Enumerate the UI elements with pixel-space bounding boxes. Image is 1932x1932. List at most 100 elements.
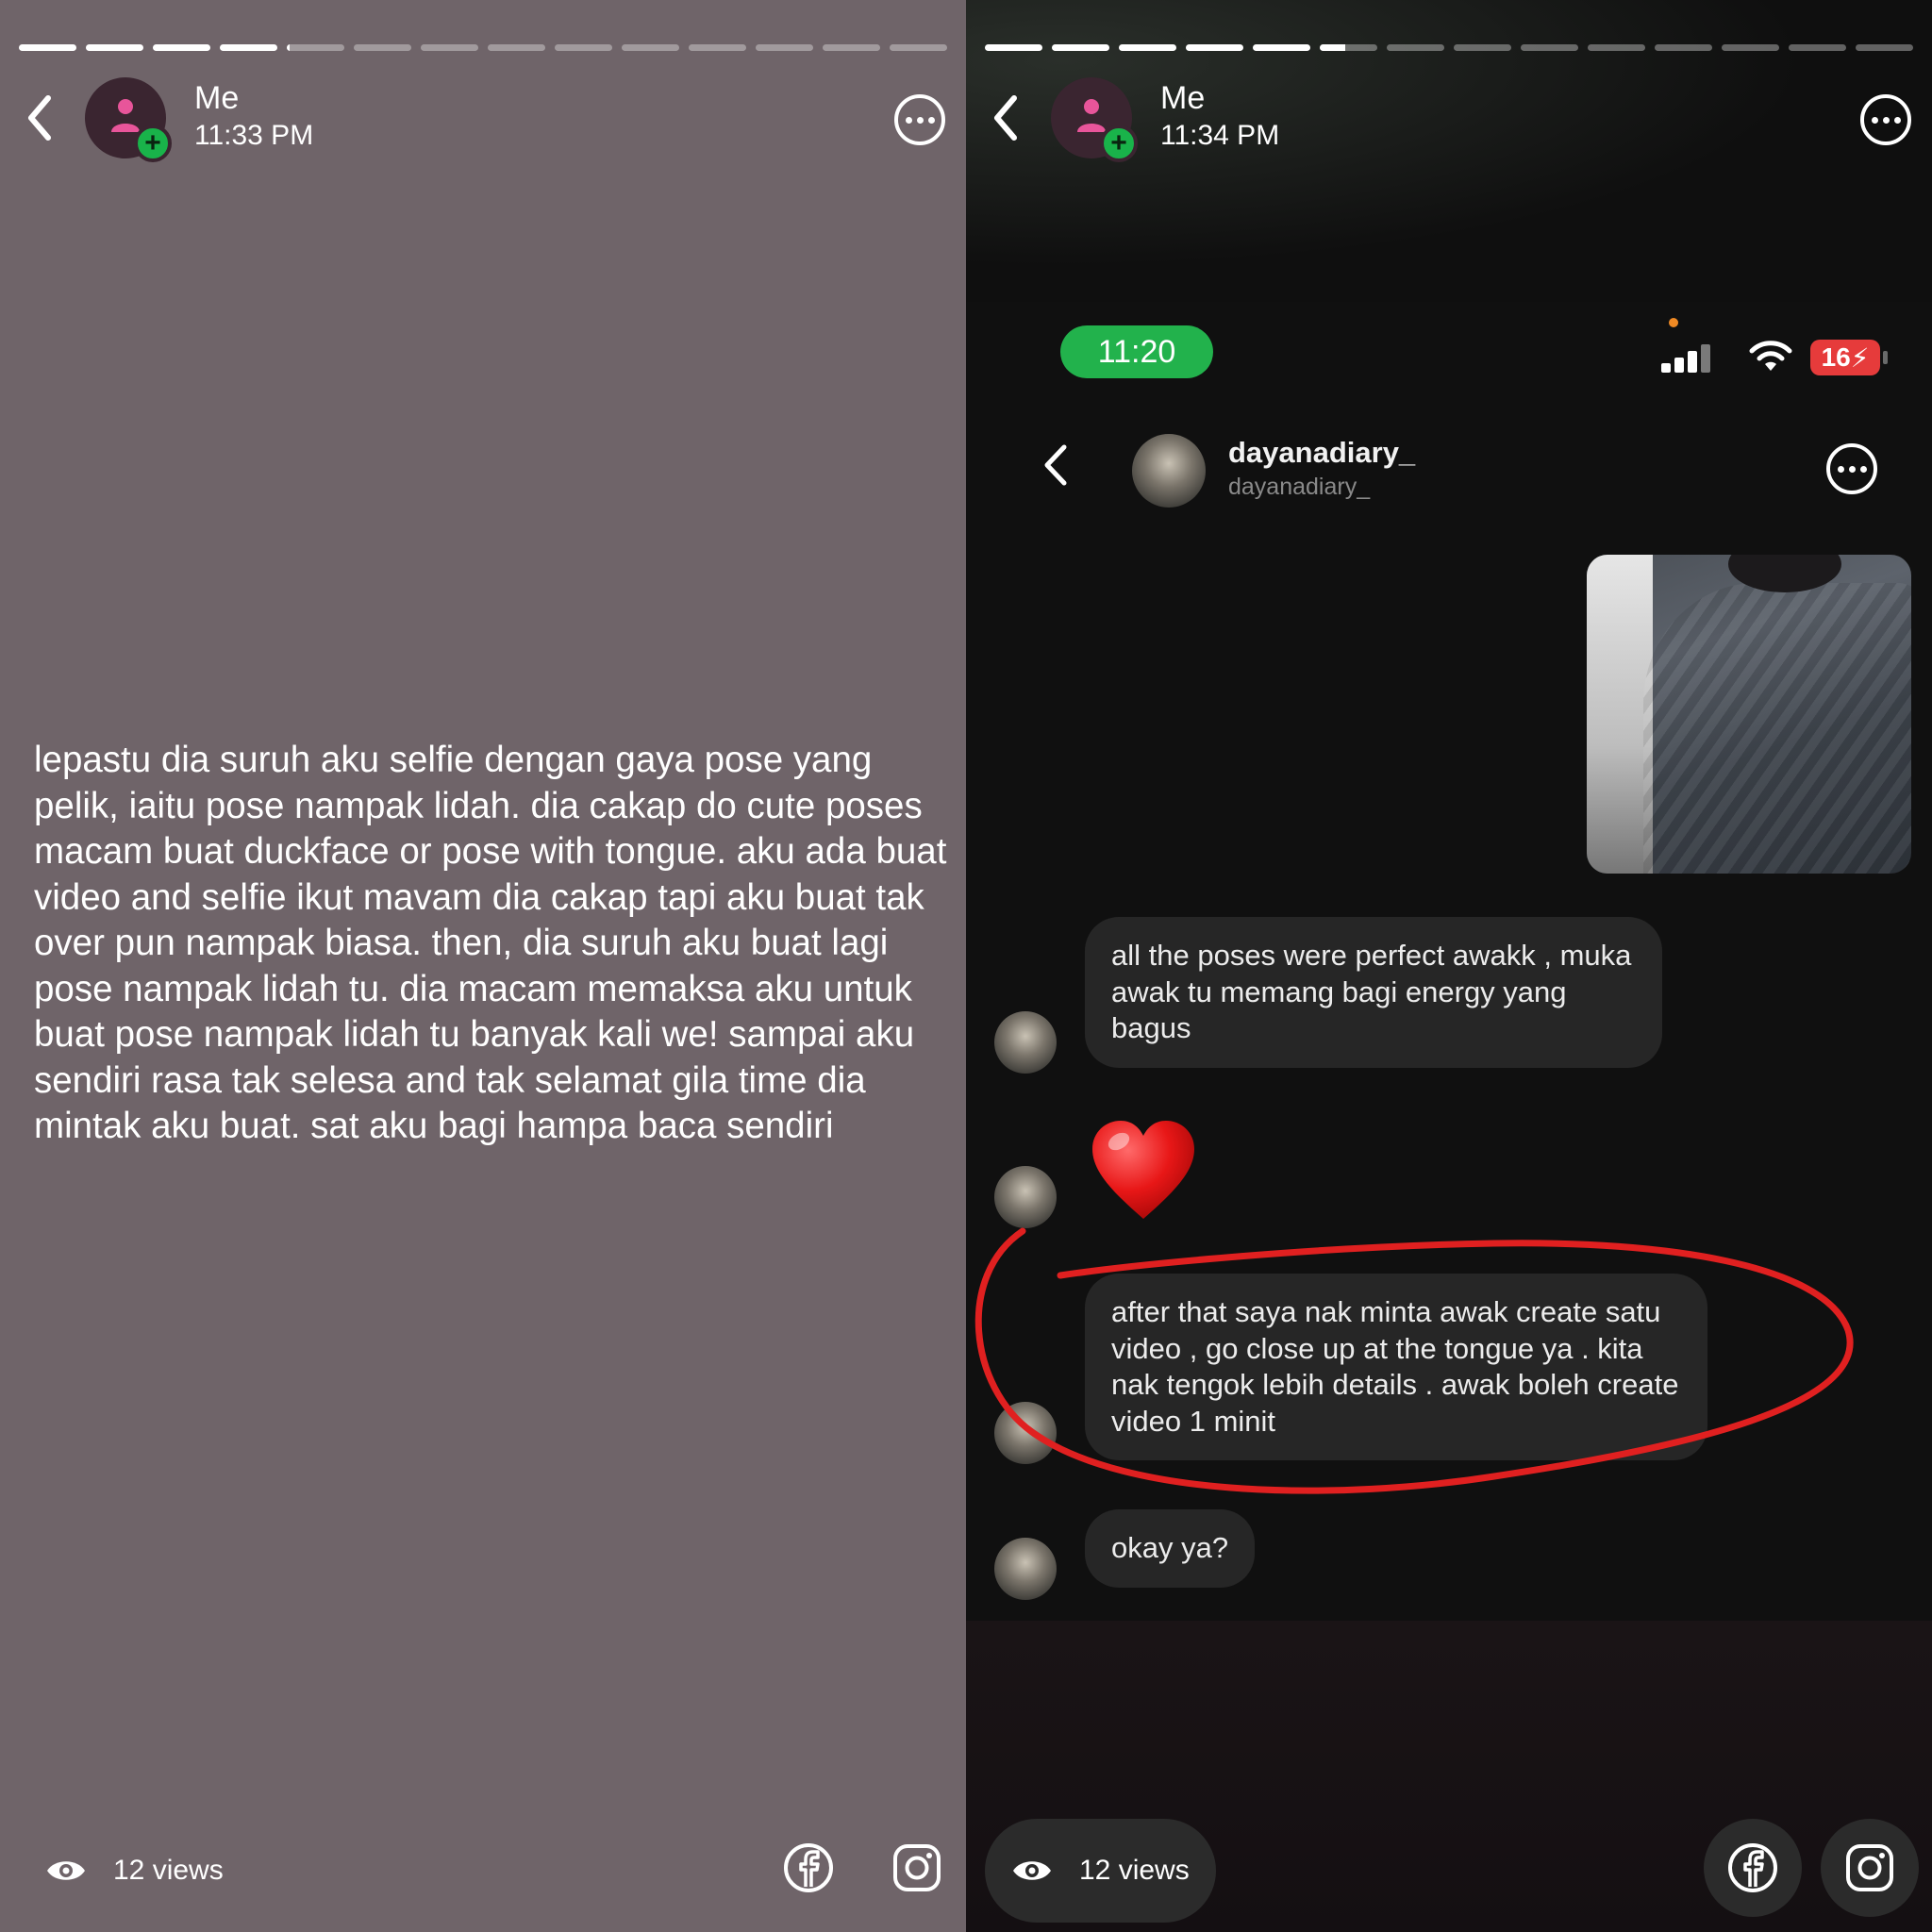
chat-name: dayanadiary_ [1228,436,1416,469]
progress-segment-fill [19,44,76,51]
back-chevron-icon [28,95,51,141]
progress-segment [153,44,210,51]
privacy-indicator-dot [1669,318,1678,327]
back-chevron-icon[interactable] [1038,441,1072,489]
progress-segment [823,44,880,51]
progress-segment [287,44,344,51]
progress-segment-fill [1119,44,1176,51]
progress-segment [1722,44,1779,51]
progress-segment [421,44,478,51]
story-text: lepastu dia suruh aku selfie dengan gaya… [34,740,947,1146]
message-bubble: okay ya? [1085,1509,1256,1588]
progress-segment [1119,44,1176,51]
story-time: 11:34 PM [1160,120,1280,151]
instagram-icon [1846,1844,1893,1891]
person-icon [1077,99,1106,132]
story-header: + Me 11:33 PM [19,75,947,162]
facebook-share-button[interactable] [759,1819,858,1917]
add-story-plus-icon[interactable]: + [1100,125,1138,162]
story-comparison: + Me 11:33 PM lepastu dia suruh aku self… [0,0,1932,1932]
signal-icon [1661,342,1714,373]
person-icon [111,99,140,132]
views-button[interactable]: 12 views [19,1819,250,1923]
progress-segment [1789,44,1846,51]
progress-segment [1655,44,1712,51]
views-button[interactable]: 12 views [985,1819,1216,1923]
progress-segment [1253,44,1310,51]
progress-segment [1320,44,1377,51]
message-bubble: all the poses were perfect awakk , muka … [1085,917,1662,1068]
sent-photo[interactable] [1587,555,1911,874]
user-name: Me [194,80,240,116]
story-footer: 12 views [0,1809,966,1932]
progress-segment [689,44,746,51]
progress-segment [220,44,277,51]
back-button[interactable] [985,89,1026,147]
progress-segment [1588,44,1645,51]
eye-icon [47,1861,85,1880]
avatar [994,1166,1057,1228]
story-header: + Me 11:34 PM [985,75,1913,162]
user-info: Me 11:34 PM [1160,79,1279,155]
facebook-icon [784,1843,833,1892]
progress-segment [890,44,947,51]
avatar[interactable]: + [85,77,172,162]
story-progress-bar [19,44,947,52]
progress-segment [1186,44,1243,51]
photo-sweater [1643,583,1911,874]
add-story-plus-icon[interactable]: + [134,125,172,162]
progress-segment-fill [86,44,143,51]
message-bubble-highlighted: after that saya nak minta awak create sa… [1085,1274,1707,1460]
chat-header: dayanadiary_ dayanadiary_ [966,425,1932,509]
more-options-icon[interactable] [1860,94,1911,145]
battery-level: 16 [1821,342,1851,372]
battery-tip [1883,351,1888,364]
progress-segment [985,44,1042,51]
charging-bolt-icon: ⚡ [1850,342,1870,373]
progress-segment [19,44,76,51]
progress-segment-fill [1186,44,1243,51]
right-story-panel: + Me 11:34 PM 11:20 16 ⚡ dayanadiary_ da… [966,0,1932,1932]
progress-segment-fill [1320,44,1346,51]
left-story-panel: + Me 11:33 PM lepastu dia suruh aku self… [0,0,966,1932]
chat-avatar[interactable] [1132,434,1206,508]
user-info: Me 11:33 PM [194,79,313,155]
progress-segment [1387,44,1444,51]
progress-segment [1521,44,1578,51]
views-count: 12 views [113,1855,224,1886]
progress-segment-fill [287,44,291,51]
progress-segment [756,44,813,51]
avatar [994,1011,1057,1074]
more-options-icon[interactable] [894,94,945,145]
back-button[interactable] [19,89,60,147]
progress-segment-fill [220,44,277,51]
eye-icon [1013,1861,1051,1880]
avatar [994,1538,1057,1600]
avatar [994,1402,1057,1464]
more-options-icon[interactable] [1826,443,1877,494]
progress-segment [488,44,545,51]
progress-segment-fill [153,44,210,51]
progress-segment-fill [985,44,1042,51]
progress-segment [86,44,143,51]
progress-segment [354,44,411,51]
instagram-icon [893,1844,941,1891]
instagram-share-button[interactable] [1821,1819,1919,1917]
instagram-share-button[interactable] [868,1819,966,1917]
facebook-icon [1728,1843,1777,1892]
story-time: 11:33 PM [194,120,314,151]
progress-segment [1052,44,1109,51]
avatar[interactable]: + [1051,77,1138,162]
status-bar-time: 11:20 [1060,325,1213,378]
views-count: 12 views [1079,1855,1190,1886]
progress-segment [1856,44,1913,51]
battery-icon: 16 ⚡ [1810,340,1880,375]
facebook-share-button[interactable] [1704,1819,1802,1917]
heart-emoji [1092,1121,1194,1219]
progress-segment-fill [1052,44,1109,51]
wifi-icon [1749,341,1792,371]
progress-segment-fill [1253,44,1310,51]
story-progress-bar [985,44,1913,52]
progress-segment [1454,44,1511,51]
story-footer: 12 views [966,1809,1932,1932]
